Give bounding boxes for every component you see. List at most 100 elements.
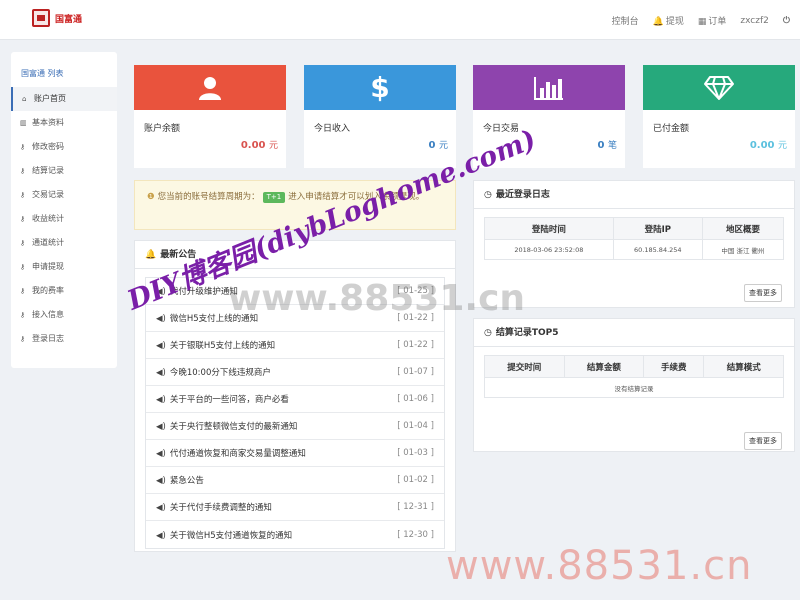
sidebar-item-transactions[interactable]: ⚷ 交易记录 bbox=[11, 183, 117, 207]
notice-text-end: 进入申请结算才可以划入余额提现。 bbox=[288, 192, 425, 202]
announcement-item[interactable]: ◀) 代付升级维护通知 [ 01-25 ] bbox=[146, 278, 444, 305]
brand-logo[interactable]: 国富通 bbox=[32, 9, 82, 27]
tile-amount: 0 bbox=[428, 140, 436, 151]
user-menu[interactable]: zxczf2 bbox=[740, 16, 768, 26]
bar-chart-icon bbox=[534, 76, 563, 100]
key-icon: ⚷ bbox=[20, 263, 26, 271]
key-icon: ⚷ bbox=[20, 215, 26, 223]
tile-unit: 元 bbox=[777, 141, 787, 151]
tile-header bbox=[643, 65, 795, 110]
sidebar-item-withdraw[interactable]: ⚷ 申请提现 bbox=[11, 255, 117, 279]
sidebar-item-home[interactable]: ⌂ 账户首页 bbox=[11, 87, 117, 111]
settlement-cycle-badge: T+1 bbox=[262, 192, 286, 203]
key-icon: ⚷ bbox=[20, 167, 26, 175]
sidebar-item-profile[interactable]: ▥ 基本资料 bbox=[11, 111, 117, 135]
login-region: 中国 浙江 衢州 bbox=[701, 239, 785, 260]
speaker-icon: ◀) bbox=[156, 368, 166, 378]
sidebar-item-login-log[interactable]: ⚷ 登录日志 bbox=[11, 327, 117, 351]
dollar-icon: $ bbox=[370, 71, 390, 104]
key-icon: ⚷ bbox=[20, 191, 26, 199]
announcement-item[interactable]: ◀) 今晚10:00分下线违规商户 [ 01-07 ] bbox=[146, 359, 444, 386]
panel-header: ◷ 最近登录日志 bbox=[474, 181, 794, 209]
tile-value: 0.00 元 bbox=[750, 138, 787, 151]
announcement-item[interactable]: ◀) 关于平台的一些问答，商户必看 [ 01-06 ] bbox=[146, 386, 444, 413]
sidebar-item-password[interactable]: ⚷ 修改密码 bbox=[11, 135, 117, 159]
announcement-date: [ 01-25 ] bbox=[397, 286, 434, 296]
tile-header bbox=[134, 65, 286, 110]
sidebar-item-income-stats[interactable]: ⚷ 收益统计 bbox=[11, 207, 117, 231]
login-log-table: 登陆时间 登陆IP 地区概要 2018-03-06 23:52:08 60.18… bbox=[484, 217, 785, 260]
tile-header: $ bbox=[304, 65, 456, 110]
tile-value: 0.00 元 bbox=[241, 138, 278, 151]
announcement-item[interactable]: ◀) 紧急公告 [ 01-02 ] bbox=[146, 467, 444, 494]
tile-value: 0 元 bbox=[429, 138, 448, 151]
column-header: 地区概要 bbox=[701, 217, 785, 240]
sidebar-item-label: 基本资料 bbox=[32, 118, 64, 127]
announcement-item[interactable]: ◀) 关于银联H5支付上线的通知 [ 01-22 ] bbox=[146, 332, 444, 359]
column-header: 提交时间 bbox=[484, 355, 565, 378]
tile-today-trades: 今日交易 0 笔 bbox=[473, 65, 625, 168]
sidebar-item-label: 通道统计 bbox=[32, 238, 64, 247]
console-link[interactable]: 控制台 bbox=[612, 14, 639, 27]
withdraw-link[interactable]: 🔔 提现 bbox=[653, 14, 684, 27]
announcement-title: 紧急公告 bbox=[169, 476, 204, 486]
sidebar-item-label: 结算记录 bbox=[32, 166, 64, 175]
column-header: 结算模式 bbox=[703, 355, 784, 378]
top-nav: 控制台 🔔 提现 ▦ 订单 zxczf2 ⏻ bbox=[612, 14, 790, 28]
sidebar-item-channel-stats[interactable]: ⚷ 通道统计 bbox=[11, 231, 117, 255]
announcement-title: 关于代付手续费调整的通知 bbox=[169, 503, 272, 513]
column-header: 结算金额 bbox=[563, 355, 645, 378]
announcement-date: [ 01-02 ] bbox=[397, 475, 434, 485]
speaker-icon: ◀) bbox=[156, 476, 166, 486]
announcement-title: 关于平台的一些问答，商户必看 bbox=[169, 395, 289, 405]
announcement-title: 代付升级维护通知 bbox=[169, 287, 238, 297]
power-icon[interactable]: ⏻ bbox=[783, 16, 790, 26]
announcement-item[interactable]: ◀) 关于央行整顿微信支付的最新通知 [ 01-04 ] bbox=[146, 413, 444, 440]
panel-title: 最新公告 bbox=[160, 250, 197, 260]
announcements-panel: 🔔 最新公告 ◀) 代付升级维护通知 [ 01-25 ] ◀) 微信H5支付上线的通知[… bbox=[134, 240, 456, 552]
announcement-item[interactable]: ◀) 代付通道恢复和商家交易量调整通知 [ 01-03 ] bbox=[146, 440, 444, 467]
sidebar-item-label: 登录日志 bbox=[32, 334, 64, 343]
announcement-item[interactable]: ◀) 关于微信H5支付通道恢复的通知 [ 12-30 ] bbox=[146, 521, 444, 548]
key-icon: ⚷ bbox=[20, 311, 26, 319]
view-more-button[interactable]: 查看更多 bbox=[744, 284, 782, 302]
tile-today-income: $ 今日收入 0 元 bbox=[304, 65, 456, 168]
notice-text: 您当前的账号结算周期为： bbox=[157, 192, 260, 202]
settlement-notice: ❶ 您当前的账号结算周期为： T+1 进入申请结算才可以划入余额提现。 bbox=[134, 180, 456, 230]
bar-chart-icon: ▥ bbox=[20, 119, 27, 127]
clock-icon: ◷ bbox=[484, 328, 492, 338]
sidebar-item-label: 接入信息 bbox=[32, 310, 64, 319]
tile-amount: 0.00 bbox=[749, 140, 775, 151]
speaker-icon: ◀) bbox=[156, 503, 166, 513]
announcement-item[interactable]: ◀) 微信H5支付上线的通知 [ 01-22 ] bbox=[146, 305, 444, 332]
table-row: 没有结算记录 bbox=[484, 377, 784, 398]
tile-amount: 0.00 bbox=[240, 140, 266, 151]
top-bar: 国富通 控制台 🔔 提现 ▦ 订单 zxczf2 ⏻ bbox=[0, 0, 800, 40]
bell-icon: 🔔 bbox=[145, 250, 157, 260]
sidebar-item-label: 申请提现 bbox=[32, 262, 64, 271]
sidebar-item-rates[interactable]: ⚷ 我的费率 bbox=[11, 279, 117, 303]
sidebar-item-access-info[interactable]: ⚷ 接入信息 bbox=[11, 303, 117, 327]
announcement-date: [ 12-31 ] bbox=[397, 502, 434, 512]
sidebar-item-label: 账户首页 bbox=[34, 94, 66, 103]
panel-title: 结算记录TOP5 bbox=[495, 328, 559, 338]
login-log-panel: ◷ 最近登录日志 登陆时间 登陆IP 地区概要 2018-03-06 23:52:… bbox=[473, 180, 795, 308]
speaker-icon: ◀) bbox=[156, 530, 166, 541]
speaker-icon: ◀) bbox=[156, 395, 166, 405]
clock-icon: ◷ bbox=[484, 190, 492, 200]
speaker-icon: ◀) bbox=[156, 341, 166, 351]
column-header: 登陆IP bbox=[612, 217, 703, 240]
sidebar-item-settlements[interactable]: ⚷ 结算记录 bbox=[11, 159, 117, 183]
tile-label: 账户余额 bbox=[144, 124, 181, 134]
announcement-list: ◀) 代付升级维护通知 [ 01-25 ] ◀) 微信H5支付上线的通知[ 01-22… bbox=[145, 277, 445, 549]
announcement-date: [ 01-06 ] bbox=[397, 394, 434, 404]
view-more-button[interactable]: 查看更多 bbox=[744, 432, 782, 450]
announcement-item[interactable]: ◀) 关于代付手续费调整的通知 [ 12-31 ] bbox=[146, 494, 444, 521]
announcement-title: 关于央行整顿微信支付的最新通知 bbox=[169, 422, 298, 432]
sidebar-title: 国富通 列表 bbox=[21, 69, 64, 78]
empty-message: 没有结算记录 bbox=[484, 377, 784, 398]
orders-label: 订单 bbox=[708, 17, 727, 27]
tile-balance: 账户余额 0.00 元 bbox=[134, 65, 286, 168]
orders-link[interactable]: ▦ 订单 bbox=[698, 14, 727, 27]
info-icon: ❶ bbox=[147, 192, 155, 202]
